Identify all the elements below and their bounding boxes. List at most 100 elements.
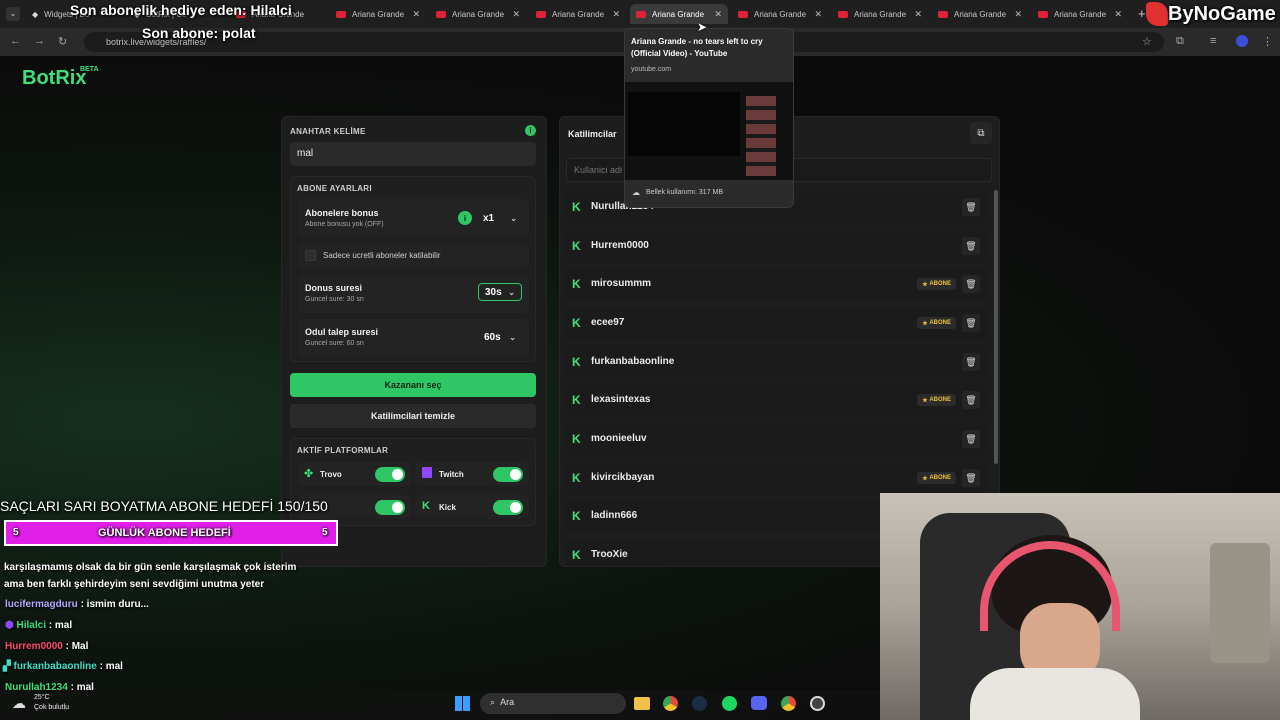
chat-message: ama ben farklı şehirdeyim seni sevdiğimi… xyxy=(4,579,265,590)
subscriber-settings-label: ABONE AYARLARI xyxy=(297,184,372,193)
chat-username: lucifermagduru xyxy=(5,599,78,610)
participant-row: Kmoonieeluv 🗑 xyxy=(566,423,986,455)
clear-participants-button[interactable]: Katilimcilari temizle xyxy=(290,404,536,428)
info-icon[interactable]: i xyxy=(525,125,536,136)
botrix-logo: BotRix xyxy=(22,67,87,89)
webcam-background-object xyxy=(1210,543,1270,663)
chat-username: Hilalci xyxy=(16,620,46,631)
sub-goal-title: SAÇLARI SARI BOYATMA ABONE HEDEFİ 150/15… xyxy=(0,498,328,514)
windows-start-icon[interactable] xyxy=(455,696,470,711)
close-tab-icon[interactable]: ✕ xyxy=(512,9,520,20)
pick-winner-button[interactable]: Kazananı seç xyxy=(290,373,536,397)
sub-bonus-select[interactable]: x1 ⌄ xyxy=(477,209,523,227)
kick-icon: K xyxy=(572,200,581,214)
trovo-toggle[interactable] xyxy=(375,467,405,482)
tooltip-title: Ariana Grande - no tears left to cry (Of… xyxy=(631,37,763,58)
kick-icon: K xyxy=(572,393,581,407)
chat-badge-icon: ▞ xyxy=(3,661,11,672)
youtube-icon xyxy=(436,10,446,18)
round-time-subtitle: Guncel sure: 30 sn xyxy=(305,296,364,303)
menu-icon[interactable]: ⋮ xyxy=(1262,35,1273,48)
subscriber-badge: ★ ABONE xyxy=(917,394,956,406)
trash-icon[interactable]: 🗑 xyxy=(962,237,980,255)
kick-icon: K xyxy=(422,500,430,512)
kick-icon: K xyxy=(572,277,581,291)
round-time-select[interactable]: 30s ⌄ xyxy=(478,283,522,301)
tab-ariana-6[interactable]: Ariana Grande ✕ xyxy=(832,4,928,24)
close-tab-icon[interactable]: ✕ xyxy=(814,9,822,20)
back-icon[interactable]: ← xyxy=(10,35,21,47)
forward-icon[interactable]: → xyxy=(34,35,45,47)
keyword-input[interactable]: mal xyxy=(290,142,536,166)
discord-icon[interactable] xyxy=(751,696,767,710)
trash-icon[interactable]: 🗑 xyxy=(962,469,980,487)
participants-title: Katilimcilar xyxy=(568,129,617,139)
paid-only-checkbox[interactable] xyxy=(305,250,316,261)
twitch-toggle[interactable] xyxy=(493,467,523,482)
trash-icon[interactable]: 🗑 xyxy=(962,430,980,448)
subscriber-badge: ★ ABONE xyxy=(917,317,956,329)
copy-icon[interactable]: ⧉ xyxy=(970,122,992,144)
obs-icon[interactable] xyxy=(810,696,825,711)
participant-row: K Hurrem0000 🗑 xyxy=(566,230,986,262)
beta-badge: BETA xyxy=(80,66,99,73)
close-tab-icon[interactable]: ✕ xyxy=(1114,9,1122,20)
trash-icon[interactable]: 🗑 xyxy=(962,275,980,293)
chat-line: ▞ furkanbabaonline : mal xyxy=(3,661,123,672)
youtube-icon xyxy=(1038,10,1048,18)
botrix-favicon-icon: ◆ xyxy=(32,9,39,19)
chrome-active-icon[interactable] xyxy=(781,696,796,711)
weather-text: Çok bulutlu xyxy=(34,704,70,711)
claim-time-select[interactable]: 60s ⌄ xyxy=(478,328,522,346)
close-tab-icon[interactable]: ✕ xyxy=(612,9,620,20)
trash-icon[interactable]: 🗑 xyxy=(962,314,980,332)
platform-trovo-label: Trovo xyxy=(320,470,342,479)
tab-ariana-2[interactable]: Ariana Grande ✕ xyxy=(330,4,426,24)
media-icon[interactable]: ≡ xyxy=(1210,35,1216,47)
kick-icon: K xyxy=(572,509,581,523)
close-tab-icon[interactable]: ✕ xyxy=(1014,9,1022,20)
platforms-label: AKTİF PLATFORMLAR xyxy=(297,446,389,455)
daily-goal-left: 5 xyxy=(13,527,19,538)
tab-ariana-7[interactable]: Ariana Grande ✕ xyxy=(932,4,1028,24)
tab-ariana-5[interactable]: Ariana Grande ✕ xyxy=(732,4,828,24)
youtube-toggle[interactable] xyxy=(375,500,405,515)
subscriber-badge: ★ ABONE xyxy=(917,278,956,290)
close-tab-icon[interactable]: ✕ xyxy=(714,9,722,20)
trash-icon[interactable]: 🗑 xyxy=(962,198,980,216)
tab-ariana-active[interactable]: Ariana Grande ✕ xyxy=(630,4,728,24)
kick-icon: K xyxy=(572,471,581,485)
tab-ariana-3[interactable]: Ariana Grande ✕ xyxy=(430,4,526,24)
new-tab-icon[interactable]: + xyxy=(1138,6,1146,21)
tab-list-icon[interactable]: ⌄ xyxy=(6,7,20,21)
twitch-icon xyxy=(422,467,432,478)
trash-icon[interactable]: 🗑 xyxy=(962,391,980,409)
weather-temp: 25°C xyxy=(34,694,50,701)
youtube-icon xyxy=(938,10,948,18)
file-explorer-icon[interactable] xyxy=(634,697,650,710)
chevron-down-icon: ⌄ xyxy=(508,287,515,297)
bookmark-star-icon[interactable]: ☆ xyxy=(1142,35,1152,48)
reload-icon[interactable]: ↻ xyxy=(58,35,67,48)
tab-ariana-4[interactable]: Ariana Grande ✕ xyxy=(530,4,626,24)
kick-toggle[interactable] xyxy=(493,500,523,515)
spotify-icon[interactable] xyxy=(722,696,737,711)
tab-ariana-8[interactable]: Ariana Grande ✕ xyxy=(1032,4,1128,24)
profile-avatar[interactable] xyxy=(1236,35,1248,47)
participants-scrollbar[interactable] xyxy=(994,190,998,464)
steam-icon[interactable] xyxy=(692,696,707,711)
chat-message: karşılaşmamış olsak da bir gün senle kar… xyxy=(4,562,297,573)
chat-line: ⬢ Hilalci : mal xyxy=(5,620,73,631)
taskbar-search[interactable]: ⌕ Ara xyxy=(480,693,626,714)
extensions-icon[interactable]: ⧉ xyxy=(1176,35,1184,48)
paid-only-label: Sadece ucretli aboneler katilabilir xyxy=(323,251,441,260)
youtube-icon xyxy=(838,10,848,18)
info-icon[interactable]: i xyxy=(458,211,472,225)
close-tab-icon[interactable]: ✕ xyxy=(914,9,922,20)
webcam-person-body xyxy=(970,668,1140,720)
platform-twitch-label: Twitch xyxy=(439,470,464,479)
chrome-icon[interactable] xyxy=(663,696,678,711)
weather-icon: ☁ xyxy=(12,695,26,711)
close-tab-icon[interactable]: ✕ xyxy=(412,9,420,20)
trash-icon[interactable]: 🗑 xyxy=(962,353,980,371)
